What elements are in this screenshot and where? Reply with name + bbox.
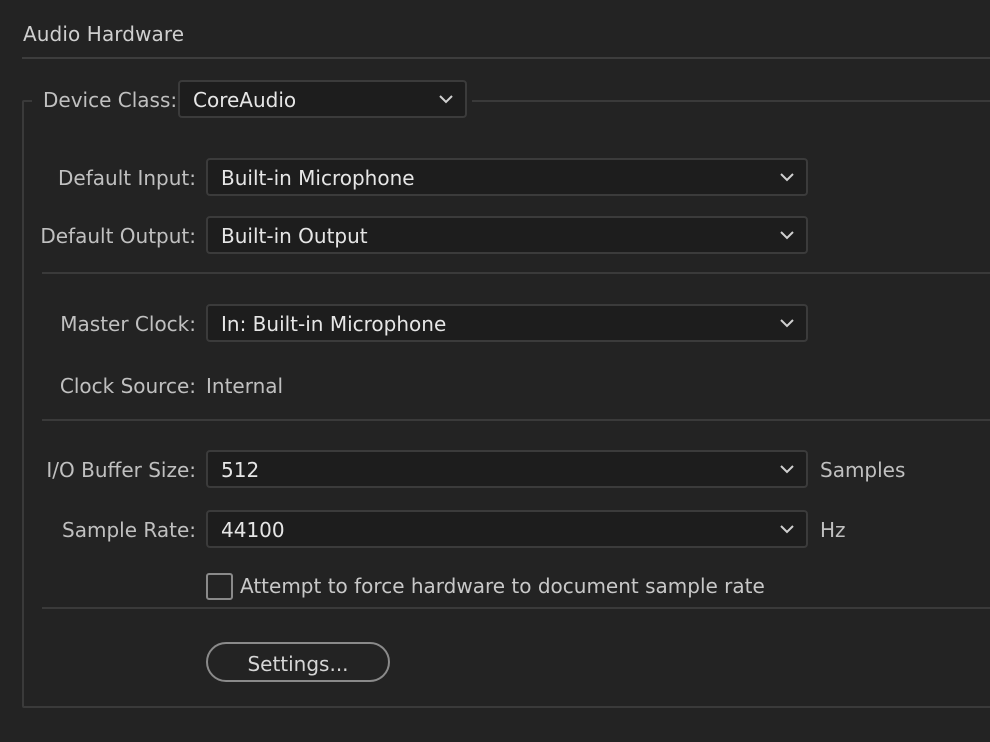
device-class-value: CoreAudio bbox=[193, 88, 297, 112]
section-title-rule bbox=[22, 57, 990, 59]
section-title: Audio Hardware bbox=[23, 22, 185, 46]
device-class-label: Device Class: bbox=[43, 88, 178, 112]
chevron-down-icon bbox=[437, 89, 455, 109]
settings-button-label: Settings... bbox=[247, 652, 349, 676]
master-clock-select[interactable]: In: Built-in Microphone bbox=[206, 304, 808, 342]
buffer-size-label: I/O Buffer Size: bbox=[46, 458, 196, 482]
chevron-down-icon bbox=[778, 519, 796, 539]
force-sample-rate-checkbox[interactable] bbox=[206, 573, 233, 600]
chevron-down-icon bbox=[778, 313, 796, 333]
divider bbox=[42, 419, 990, 421]
settings-button[interactable]: Settings... bbox=[206, 642, 390, 682]
default-output-select[interactable]: Built-in Output bbox=[206, 216, 808, 254]
buffer-size-value: 512 bbox=[221, 458, 260, 482]
chevron-down-icon bbox=[778, 459, 796, 479]
master-clock-value: In: Built-in Microphone bbox=[221, 312, 447, 336]
force-sample-rate-label[interactable]: Attempt to force hardware to document sa… bbox=[240, 574, 765, 598]
clock-source-label: Clock Source: bbox=[59, 374, 196, 398]
sample-rate-unit: Hz bbox=[820, 518, 846, 542]
clock-source-value: Internal bbox=[206, 374, 284, 398]
default-output-label: Default Output: bbox=[40, 224, 196, 248]
buffer-size-unit: Samples bbox=[820, 458, 906, 482]
divider bbox=[42, 607, 990, 609]
master-clock-label: Master Clock: bbox=[60, 312, 196, 336]
default-input-label: Default Input: bbox=[58, 166, 196, 190]
sample-rate-select[interactable]: 44100 bbox=[206, 510, 808, 548]
sample-rate-value: 44100 bbox=[221, 518, 285, 542]
sample-rate-label: Sample Rate: bbox=[62, 518, 196, 542]
buffer-size-select[interactable]: 512 bbox=[206, 450, 808, 488]
default-input-select[interactable]: Built-in Microphone bbox=[206, 158, 808, 196]
device-class-select[interactable]: CoreAudio bbox=[178, 80, 467, 118]
divider bbox=[42, 272, 990, 274]
chevron-down-icon bbox=[778, 167, 796, 187]
default-output-value: Built-in Output bbox=[221, 224, 368, 248]
default-input-value: Built-in Microphone bbox=[221, 166, 415, 190]
chevron-down-icon bbox=[778, 225, 796, 245]
